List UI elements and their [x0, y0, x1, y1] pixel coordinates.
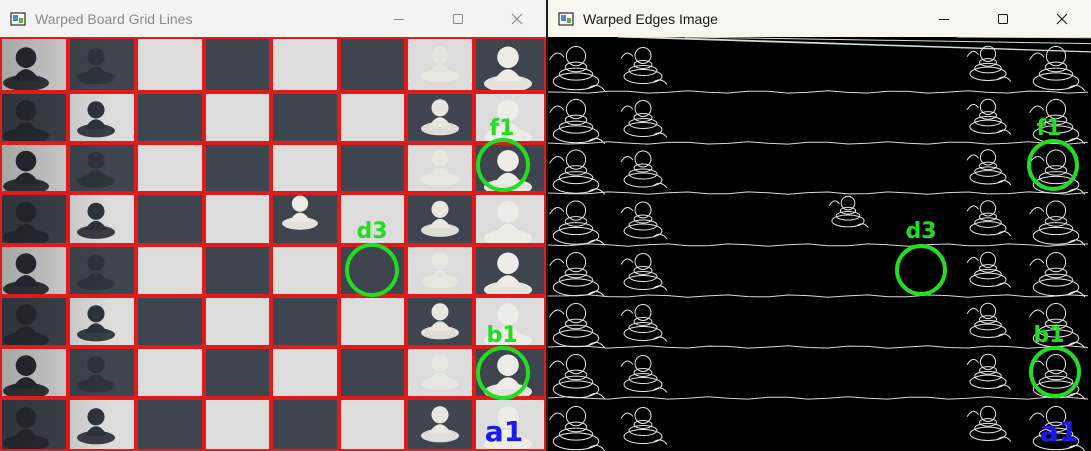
warped-edges-window[interactable]: Warped Edges Image f1 d3 b1 a1: [548, 0, 1091, 451]
app-icon: [10, 11, 26, 26]
maximize-icon: [452, 13, 463, 24]
minimize-button[interactable]: [914, 0, 973, 37]
warped-board-canvas: f1 d3 b1 a1: [0, 37, 546, 451]
marker-label-d3: d3: [356, 219, 387, 244]
warped-board-window[interactable]: Warped Board Grid Lines f1 d3 b1 a1: [0, 0, 546, 451]
board-image-view: f1 d3 b1 a1: [0, 37, 546, 451]
close-icon: [511, 13, 522, 24]
close-button[interactable]: [1032, 0, 1091, 37]
minimize-icon: [393, 18, 404, 20]
marker-label-a1: a1: [1040, 415, 1078, 448]
minimize-button[interactable]: [369, 0, 428, 37]
maximize-button[interactable]: [428, 0, 487, 37]
maximize-button[interactable]: [973, 0, 1032, 37]
marker-label-f1: f1: [490, 116, 515, 141]
title-bar[interactable]: Warped Board Grid Lines: [0, 0, 546, 37]
app-icon: [558, 11, 574, 26]
marker-label-a1: a1: [485, 415, 523, 448]
marker-label-b1: b1: [1033, 323, 1064, 348]
close-button[interactable]: [487, 0, 546, 37]
close-icon: [1056, 13, 1067, 24]
maximize-icon: [997, 13, 1008, 24]
title-bar[interactable]: Warped Edges Image: [548, 0, 1091, 37]
window-title: Warped Edges Image: [583, 10, 718, 27]
window-title: Warped Board Grid Lines: [35, 10, 193, 27]
edges-canvas: f1 d3 b1 a1: [548, 37, 1091, 451]
marker-label-d3: d3: [905, 219, 936, 244]
marker-label-b1: b1: [486, 323, 517, 348]
minimize-icon: [938, 18, 949, 20]
marker-label-f1: f1: [1037, 116, 1062, 141]
edges-image-view: f1 d3 b1 a1: [548, 37, 1091, 451]
